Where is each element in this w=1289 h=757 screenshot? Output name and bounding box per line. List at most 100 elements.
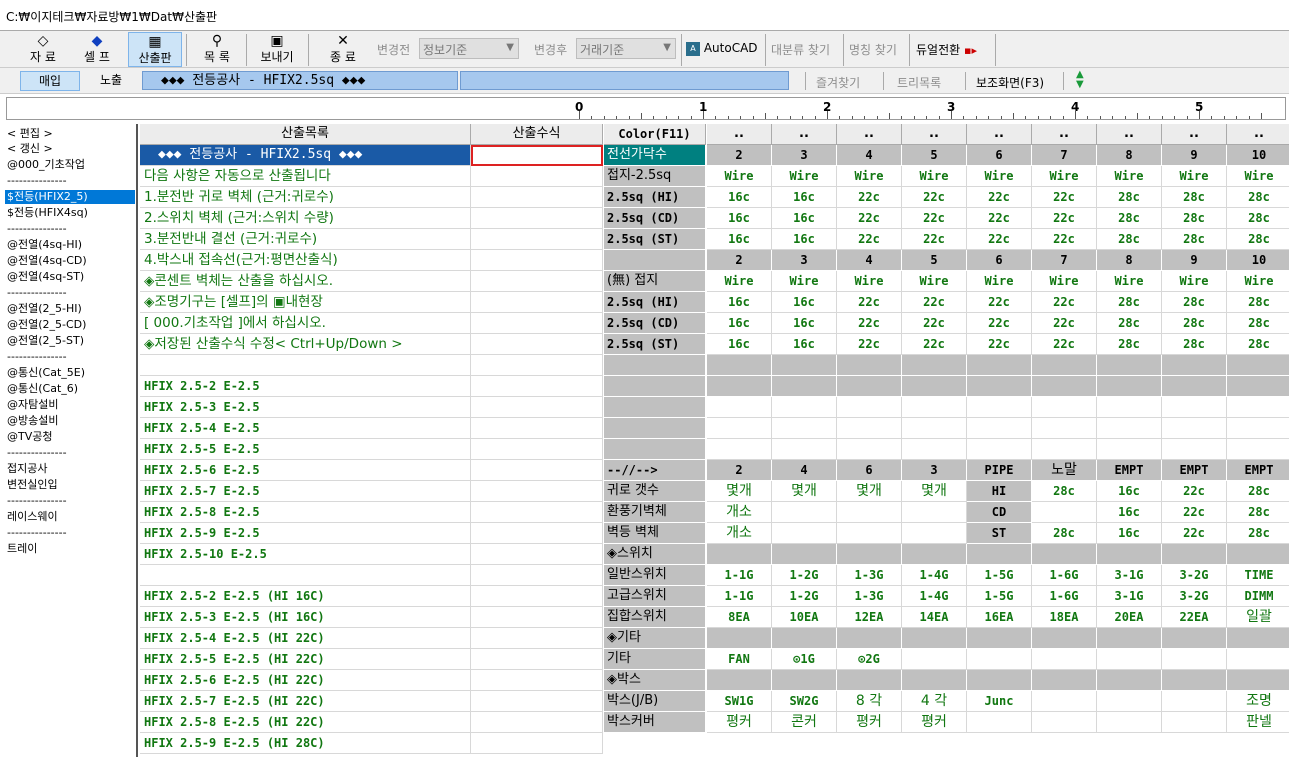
value-cell[interactable]: 1-3G (837, 586, 902, 607)
value-cell[interactable] (707, 376, 772, 397)
value-cell[interactable]: 1-5G (967, 586, 1032, 607)
value-cell[interactable]: 1-4G (902, 565, 967, 586)
header-column[interactable]: .. (902, 124, 967, 145)
category-item[interactable]: $전등(HFIX4sq) (7, 206, 88, 220)
value-cell[interactable] (1032, 712, 1097, 733)
category-item[interactable]: @방송설비 (7, 414, 58, 428)
category-item[interactable]: @전열(4sq-ST) (7, 270, 84, 284)
value-cell[interactable]: Wire (1162, 271, 1227, 292)
value-cell[interactable]: 몇개 (902, 481, 967, 502)
value-cell[interactable]: EMPT (1227, 460, 1289, 481)
value-cell[interactable] (1227, 670, 1289, 691)
value-cell[interactable]: Wire (1097, 271, 1162, 292)
category-item[interactable]: $전등(HFIX2_5) (5, 190, 135, 204)
before-select[interactable]: 정보기준 ▼ (419, 38, 519, 59)
value-cell[interactable]: 22c (1162, 481, 1227, 502)
formula-cell[interactable] (471, 355, 603, 376)
value-cell[interactable]: 2 (707, 250, 772, 271)
value-cell[interactable]: 22c (837, 313, 902, 334)
calc-list-item[interactable]: 다음 사항은 자동으로 산출됩니다 (140, 166, 471, 187)
value-cell[interactable]: 1-1G (707, 565, 772, 586)
value-cell[interactable]: 28c (1227, 208, 1289, 229)
value-cell[interactable]: 28c (1097, 292, 1162, 313)
formula-cell[interactable] (471, 187, 603, 208)
category-item[interactable]: 변전실인입 (7, 478, 58, 492)
value-cell[interactable] (837, 355, 902, 376)
value-cell[interactable]: 28c (1097, 229, 1162, 250)
value-cell[interactable] (902, 502, 967, 523)
value-cell[interactable] (1032, 628, 1097, 649)
value-cell[interactable]: 16c (1097, 481, 1162, 502)
value-cell[interactable] (1097, 544, 1162, 565)
value-cell[interactable] (707, 670, 772, 691)
value-cell[interactable]: Junc (967, 691, 1032, 712)
value-cell[interactable]: 16c (1097, 523, 1162, 544)
value-cell[interactable]: 1-2G (772, 565, 837, 586)
value-cell[interactable]: Wire (1227, 271, 1289, 292)
value-cell[interactable] (967, 712, 1032, 733)
value-cell[interactable]: 6 (837, 460, 902, 481)
value-cell[interactable]: 조명 (1227, 691, 1289, 712)
value-cell[interactable]: 8 (1097, 250, 1162, 271)
value-cell[interactable]: 22c (1032, 229, 1097, 250)
value-cell[interactable] (902, 628, 967, 649)
value-cell[interactable] (837, 670, 902, 691)
value-cell[interactable] (1097, 397, 1162, 418)
value-cell[interactable] (1097, 670, 1162, 691)
category-item[interactable]: @TV공청 (7, 430, 52, 444)
value-cell[interactable] (707, 439, 772, 460)
value-cell[interactable] (772, 670, 837, 691)
formula-cell[interactable] (471, 208, 603, 229)
calc-list-item[interactable]: HFIX 2.5-10 E-2.5 (140, 544, 471, 565)
value-cell[interactable]: 5 (902, 250, 967, 271)
value-cell[interactable]: 10 (1227, 145, 1289, 166)
formula-cell[interactable] (471, 418, 603, 439)
value-cell[interactable] (1097, 712, 1162, 733)
value-cell[interactable]: 16c (772, 229, 837, 250)
header-column[interactable]: .. (967, 124, 1032, 145)
calc-list-item[interactable]: HFIX 2.5-4 E-2.5 (140, 418, 471, 439)
list-button[interactable]: ⚲ 목 록 (192, 32, 242, 67)
value-cell[interactable]: 28c (1097, 208, 1162, 229)
value-cell[interactable]: 2 (707, 460, 772, 481)
value-cell[interactable]: 16c (707, 208, 772, 229)
value-cell[interactable] (1162, 628, 1227, 649)
value-cell[interactable] (1097, 376, 1162, 397)
formula-cell[interactable] (471, 670, 603, 691)
value-cell[interactable]: 5 (902, 145, 967, 166)
value-cell[interactable]: DIMM (1227, 586, 1289, 607)
calc-list-item[interactable] (140, 565, 471, 586)
header-column[interactable]: .. (1032, 124, 1097, 145)
value-cell[interactable] (772, 523, 837, 544)
value-cell[interactable]: Wire (1227, 166, 1289, 187)
value-cell[interactable]: Wire (1097, 166, 1162, 187)
value-cell[interactable]: 28c (1162, 313, 1227, 334)
value-cell[interactable] (1227, 439, 1289, 460)
calc-list-item[interactable]: 1.분전반 귀로 벽체 (근거:귀로수) (140, 187, 471, 208)
formula-cell[interactable] (471, 271, 603, 292)
calc-sheet-button[interactable]: ▦ 산출판 (128, 32, 182, 67)
value-cell[interactable]: SW2G (772, 691, 837, 712)
formula-cell[interactable] (471, 586, 603, 607)
calc-list-item[interactable]: HFIX 2.5-4 E-2.5 (HI 22C) (140, 628, 471, 649)
value-cell[interactable] (1227, 544, 1289, 565)
value-cell[interactable]: 16c (707, 334, 772, 355)
value-cell[interactable]: Wire (967, 166, 1032, 187)
value-cell[interactable]: 16c (772, 208, 837, 229)
value-cell[interactable] (1097, 439, 1162, 460)
value-cell[interactable]: 28c (1227, 313, 1289, 334)
value-cell[interactable]: 28c (1227, 292, 1289, 313)
value-cell[interactable] (707, 418, 772, 439)
calc-list-item[interactable]: [ 000.기초작업 ]에서 하십시오. (140, 313, 471, 334)
value-cell[interactable]: 18EA (1032, 607, 1097, 628)
calc-list-item[interactable]: HFIX 2.5-2 E-2.5 (140, 376, 471, 397)
value-cell[interactable] (772, 439, 837, 460)
value-cell[interactable]: 22c (1032, 334, 1097, 355)
formula-cell[interactable] (471, 649, 603, 670)
value-cell[interactable] (772, 502, 837, 523)
value-cell[interactable]: 1-3G (837, 565, 902, 586)
value-cell[interactable]: 평커 (902, 712, 967, 733)
value-cell[interactable]: 22c (967, 313, 1032, 334)
value-cell[interactable] (837, 502, 902, 523)
value-cell[interactable] (837, 439, 902, 460)
